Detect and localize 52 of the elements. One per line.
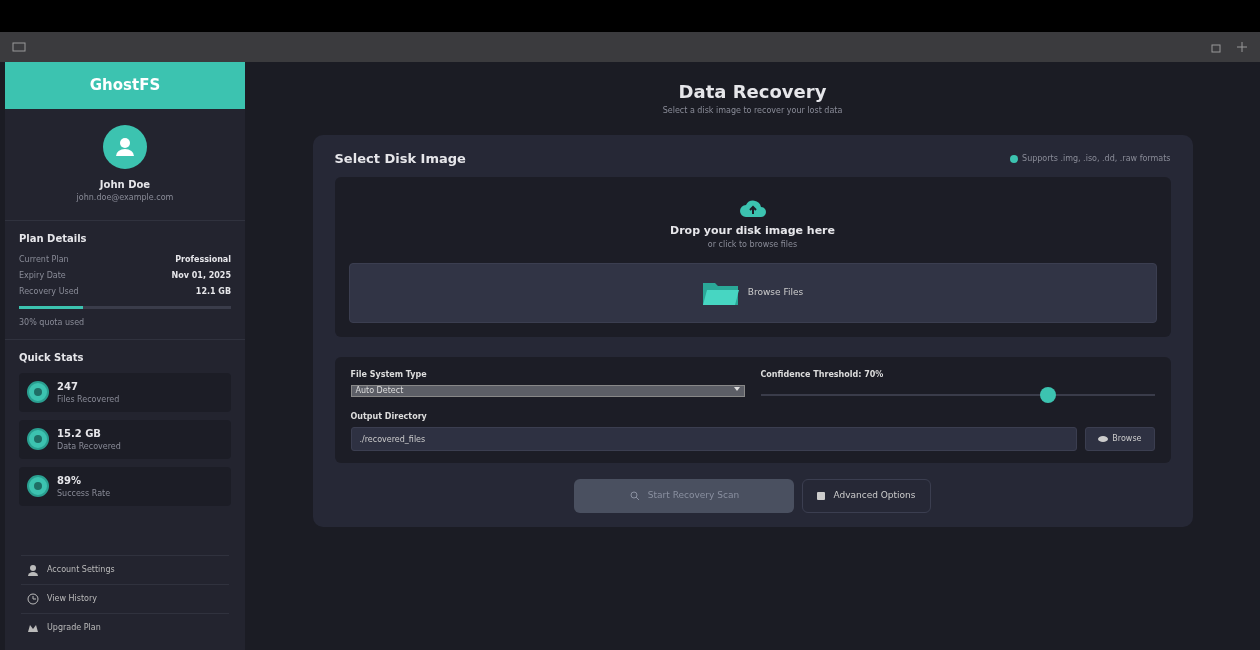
- drop-title: Drop your disk image here: [669, 222, 836, 239]
- link-label: Account Settings: [47, 564, 115, 576]
- plan-label: Recovery Used: [19, 285, 79, 298]
- output-directory-field[interactable]: ./recovered_files: [350, 427, 1078, 451]
- formats-note: Supports .img, .iso, .dd, .raw formats: [1022, 152, 1171, 165]
- plan-label: Current Plan: [19, 253, 69, 266]
- field-label: Output Directory: [350, 411, 428, 423]
- slider-thumb[interactable]: [1040, 387, 1057, 403]
- field-label: File System Type: [350, 369, 428, 381]
- sidebar-link[interactable]: View History: [21, 584, 229, 613]
- stat-label: Data Recovered: [57, 440, 121, 453]
- stat-label: Files Recovered: [57, 393, 120, 406]
- sidebar-link[interactable]: Account Settings: [21, 555, 229, 584]
- usage-note: 30% quota used: [19, 316, 86, 329]
- page-subtitle: Select a disk image to recover your lost data: [662, 105, 843, 117]
- field-label: Confidence Threshold: 70%: [760, 369, 885, 381]
- file-system-select[interactable]: Auto Detect: [350, 385, 745, 397]
- browse-button[interactable]: Browse Files: [348, 263, 1157, 323]
- info-icon: [1010, 154, 1019, 163]
- drop-zone[interactable]: Drop your disk image here or click to browse files Browse Files: [334, 176, 1171, 337]
- folder-icon: [701, 280, 740, 306]
- user-icon: [27, 564, 39, 576]
- link-label: Upgrade Plan: [47, 622, 101, 634]
- user-email: john.doe@example.com: [75, 191, 175, 204]
- link-label: View History: [47, 593, 97, 605]
- page-title: Data Recovery: [677, 80, 828, 104]
- stat-label: Success Rate: [57, 487, 111, 500]
- stat-value: 15.2 GB: [57, 426, 102, 441]
- section-title: Plan Details: [19, 231, 88, 246]
- chevron-icon: [733, 386, 740, 392]
- stat-value: 89%: [57, 473, 82, 488]
- plan-value: 12.1 GB: [195, 285, 231, 298]
- browse-button[interactable]: Browse: [1085, 427, 1155, 451]
- app-logo: GhostFS: [5, 62, 245, 109]
- stat-value: 247: [57, 379, 79, 394]
- plan-label: Expiry Date: [19, 269, 66, 282]
- clock-icon: [27, 593, 39, 605]
- stat-icon: [27, 381, 49, 403]
- select-value: Auto Detect: [355, 386, 404, 396]
- user-name: John Doe: [98, 177, 152, 192]
- drop-hint: or click to browse files: [706, 239, 799, 251]
- avatar-icon: [103, 124, 147, 169]
- advanced-options-button[interactable]: Advanced Options: [802, 479, 931, 513]
- plan-value: Nov 01, 2025: [171, 269, 231, 282]
- add-tab-icon[interactable]: [1236, 41, 1248, 53]
- stat-icon: [27, 428, 49, 450]
- plan-value: Professional: [175, 253, 231, 266]
- stat-icon: [27, 475, 49, 497]
- search-icon: [629, 491, 640, 501]
- section-title: Quick Stats: [19, 350, 85, 365]
- card-title: Select Disk Image: [334, 150, 466, 168]
- sidebar-link[interactable]: Upgrade Plan: [21, 613, 229, 642]
